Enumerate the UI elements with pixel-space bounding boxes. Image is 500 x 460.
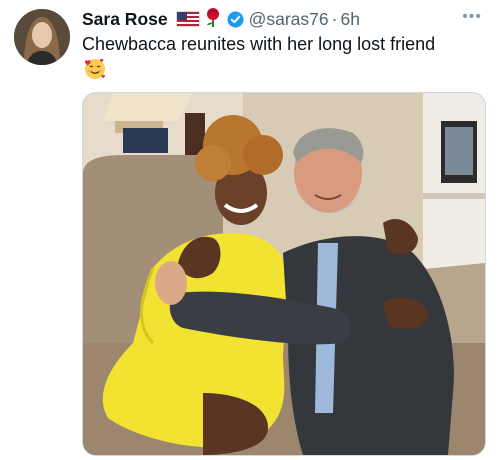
- tweet-header: Sara Rose @saras76 · 6h: [82, 7, 360, 32]
- separator-dot: ·: [331, 8, 338, 29]
- tweet-photo[interactable]: [82, 92, 486, 456]
- verified-badge-icon[interactable]: [227, 11, 244, 28]
- smiling-face-with-hearts-icon: [84, 58, 106, 80]
- display-name[interactable]: Sara Rose: [82, 9, 168, 30]
- tweet-text: Chewbacca reunites with her long lost fr…: [82, 34, 436, 54]
- more-options-button[interactable]: •••: [462, 8, 482, 26]
- rose-icon: [205, 7, 221, 32]
- timestamp[interactable]: 6h: [340, 9, 359, 30]
- user-handle[interactable]: @saras76: [249, 9, 329, 30]
- avatar[interactable]: [14, 9, 70, 65]
- us-flag-icon: [175, 11, 200, 27]
